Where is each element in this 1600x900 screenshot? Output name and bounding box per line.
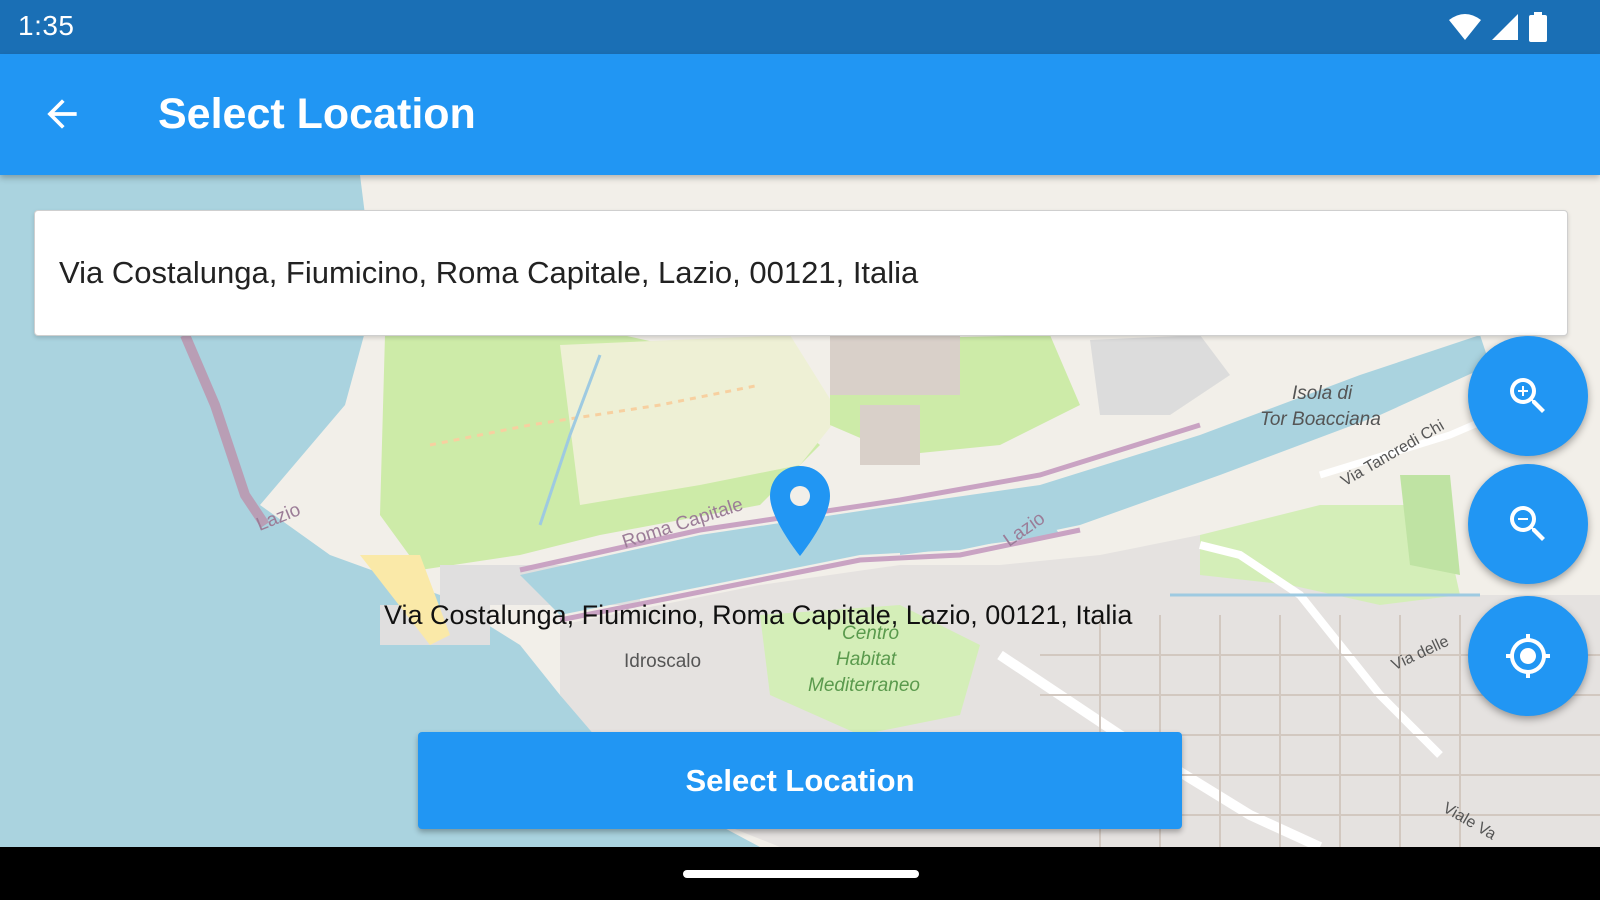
app-bar: Select Location (0, 54, 1600, 175)
navigation-bar (0, 847, 1600, 900)
my-location-button[interactable] (1468, 596, 1588, 716)
map-label-isola-2: Tor Boacciana (1260, 409, 1381, 430)
back-button[interactable] (34, 86, 90, 142)
zoom-out-icon (1510, 506, 1545, 541)
map-label-habitat: Habitat (836, 649, 897, 670)
signal-icon (1492, 14, 1518, 40)
page-title: Select Location (158, 90, 476, 138)
location-pin-icon[interactable] (768, 464, 832, 558)
select-location-button[interactable]: Select Location (418, 732, 1182, 829)
zoom-out-button[interactable] (1468, 464, 1588, 584)
map-label-mediterraneo: Mediterraneo (808, 675, 920, 696)
status-icons (1448, 12, 1548, 42)
zoom-in-button[interactable] (1468, 336, 1588, 456)
pin-caption: Via Costalunga, Fiumicino, Roma Capitale… (384, 600, 1133, 630)
search-box[interactable] (34, 210, 1568, 336)
status-time: 1:35 (18, 10, 75, 41)
map-label-isola-1: Isola di (1292, 383, 1353, 404)
status-bar: 1:35 (0, 0, 1600, 54)
search-input[interactable] (59, 211, 1539, 335)
home-handle[interactable] (683, 870, 919, 878)
screen: 1:35 Select Location Isola di Tor Boacci… (0, 0, 1600, 900)
map-label-idroscalo: Idroscalo (624, 651, 702, 672)
my-location-icon (1506, 634, 1550, 678)
wifi-icon (1449, 14, 1481, 40)
battery-icon (1529, 12, 1547, 42)
zoom-in-icon (1510, 378, 1545, 413)
arrow-back-icon (47, 99, 77, 129)
